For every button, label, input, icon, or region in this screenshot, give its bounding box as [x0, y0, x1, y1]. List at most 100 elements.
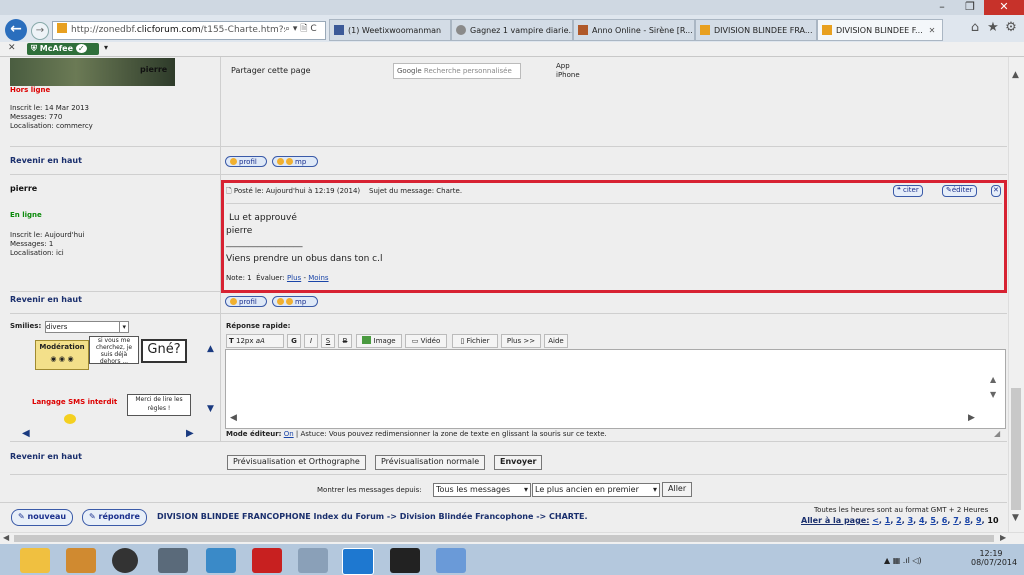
insert-image-button[interactable]: Image: [356, 334, 402, 348]
monitor-app-icon[interactable]: [298, 548, 328, 573]
mcafee-dropdown-icon[interactable]: ▾: [104, 43, 108, 52]
tab-division-active[interactable]: DIVISION BLINDEE F... ✕: [817, 19, 943, 41]
smiley-face-icon[interactable]: [64, 414, 76, 424]
breadcrumb[interactable]: DIVISION BLINDEE FRANCOPHONE Index du Fo…: [157, 512, 588, 521]
page-link-4[interactable]: 4: [919, 516, 925, 525]
post-body-line1: Lu et approuvé: [229, 213, 297, 223]
tab-facebook[interactable]: (1) Weetixwoomanman: [329, 19, 451, 41]
insert-file-button[interactable]: ▯ Fichier: [452, 334, 498, 348]
restore-button[interactable]: ❐: [956, 0, 984, 15]
back-button[interactable]: ←: [5, 19, 27, 41]
forward-button[interactable]: →: [31, 22, 49, 40]
underline-button[interactable]: S: [321, 334, 335, 348]
smilies-scroll-right-icon[interactable]: ▶: [186, 428, 194, 439]
address-bar-controls[interactable]: ⌕ ▾ 🗎 C: [285, 22, 325, 37]
more-tools-button[interactable]: Plus >>: [501, 334, 541, 348]
quote-button[interactable]: ❝ citer: [893, 185, 923, 197]
reply-button[interactable]: ✎ répondre: [82, 509, 147, 526]
prev-username[interactable]: pierre: [140, 65, 167, 74]
back-to-top-link-3[interactable]: Revenir en haut: [10, 452, 82, 461]
toolbar-close-icon[interactable]: ✕: [8, 43, 16, 53]
textarea-scroll-down-icon[interactable]: ▼: [990, 390, 996, 399]
bold-button[interactable]: G: [287, 334, 301, 348]
preview-normal-button[interactable]: Prévisualisation normale: [375, 455, 486, 470]
favorites-star-icon[interactable]: ★: [986, 19, 1000, 37]
smiley-merci-regles[interactable]: Merci de lire les règles !: [127, 394, 191, 416]
textarea-scroll-left-icon[interactable]: ◀: [230, 413, 237, 423]
horizontal-scroll-thumb[interactable]: [14, 535, 994, 542]
help-button[interactable]: Aide: [544, 334, 568, 348]
show-since-select[interactable]: Tous les messages ▾: [433, 483, 531, 497]
store-app-icon[interactable]: [206, 548, 236, 573]
tab-close-icon[interactable]: ✕: [929, 26, 936, 35]
page-link-8[interactable]: 8: [965, 516, 971, 525]
scroll-down-icon[interactable]: ▼: [1012, 513, 1019, 523]
app-iphone-link[interactable]: App iPhone: [556, 62, 580, 80]
smilies-scroll-left-icon[interactable]: ◀: [22, 428, 30, 439]
smilies-select[interactable]: divers ▾: [45, 321, 129, 333]
rate-minus-link[interactable]: Moins: [308, 274, 328, 282]
back-to-top-link[interactable]: Revenir en haut: [10, 156, 82, 165]
page-link-2[interactable]: 2: [896, 516, 902, 525]
page-link-3[interactable]: 3: [908, 516, 914, 525]
file-explorer-icon[interactable]: [20, 548, 50, 573]
profile-button-2[interactable]: profil: [225, 296, 267, 307]
google-search-input[interactable]: Google Recherche personnalisée: [393, 63, 521, 79]
tab-anno[interactable]: Anno Online - Sirène [R...: [573, 19, 695, 41]
page-link-5[interactable]: 5: [930, 516, 936, 525]
send-button[interactable]: Envoyer: [494, 455, 543, 470]
post-username[interactable]: pierre: [10, 184, 37, 193]
order-select[interactable]: Le plus ancien en premier ▾: [532, 483, 660, 497]
smiley-moderation[interactable]: Modération ◉ ◉ ◉: [35, 340, 89, 370]
power-app-icon[interactable]: [252, 548, 282, 573]
mcafee-button[interactable]: ⛨ McAfee ✓: [27, 43, 99, 55]
go-button[interactable]: Aller: [662, 482, 693, 497]
media-app-icon[interactable]: [66, 548, 96, 573]
page-prev-link[interactable]: <: [872, 516, 879, 525]
profile-button[interactable]: profil: [225, 156, 267, 167]
paint-app-icon[interactable]: [436, 548, 466, 573]
headphone-app-icon[interactable]: [390, 548, 420, 573]
font-size-select[interactable]: T 12px aA: [226, 334, 284, 348]
scroll-right-icon[interactable]: ▶: [1000, 533, 1006, 542]
smilies-scroll-up-icon[interactable]: ▲: [207, 344, 214, 354]
smiley-sign-dehors[interactable]: si vous me cherchez, je suis déjà dehors…: [89, 336, 139, 365]
music-player-icon[interactable]: [112, 548, 138, 573]
editor-mode-toggle[interactable]: On: [284, 430, 294, 438]
home-icon[interactable]: ⌂: [968, 19, 982, 37]
settings-gear-icon[interactable]: ⚙: [1004, 19, 1018, 37]
edit-button[interactable]: ✎éditer: [942, 185, 977, 197]
minimize-button[interactable]: –: [928, 0, 956, 15]
textarea-scroll-right-icon[interactable]: ▶: [968, 413, 975, 423]
insert-video-button[interactable]: ▭ Vidéo: [405, 334, 447, 348]
new-topic-button[interactable]: ✎ nouveau: [11, 509, 74, 526]
page-link-1[interactable]: 1: [885, 516, 891, 525]
back-to-top-link-2[interactable]: Revenir en haut: [10, 295, 82, 304]
tab-vampire[interactable]: Gagnez 1 vampire diarie...: [451, 19, 573, 41]
italic-button[interactable]: I: [304, 334, 318, 348]
scroll-left-icon[interactable]: ◀: [3, 533, 9, 542]
resize-handle-icon[interactable]: ◢: [994, 429, 1000, 438]
internet-explorer-icon[interactable]: [342, 548, 374, 575]
system-tray-icons[interactable]: ▲ ▦ .ıl ◁): [884, 556, 922, 565]
smiley-sms-interdit[interactable]: Langage SMS interdit: [32, 398, 117, 406]
game-app-icon[interactable]: [158, 548, 188, 573]
preview-spellcheck-button[interactable]: Prévisualisation et Orthographe: [227, 455, 366, 470]
smiley-gne[interactable]: Gné?: [141, 339, 187, 363]
page-link-6[interactable]: 6: [942, 516, 948, 525]
scroll-up-icon[interactable]: ▲: [1012, 70, 1019, 80]
strike-button[interactable]: B: [338, 334, 352, 348]
pm-button[interactable]: mp: [272, 156, 318, 167]
pm-button-2[interactable]: mp: [272, 296, 318, 307]
rate-plus-link[interactable]: Plus: [287, 274, 301, 282]
close-window-button[interactable]: ✕: [984, 0, 1024, 15]
clock[interactable]: 12:19 08/07/2014: [971, 549, 1017, 567]
smilies-scroll-down-icon[interactable]: ▼: [207, 404, 214, 414]
delete-post-button[interactable]: ✕: [991, 185, 1001, 197]
textarea-scroll-up-icon[interactable]: ▲: [990, 375, 996, 384]
page-link-9[interactable]: 9: [976, 516, 982, 525]
vertical-scroll-thumb[interactable]: [1011, 388, 1021, 510]
page-link-7[interactable]: 7: [953, 516, 959, 525]
reply-textarea[interactable]: [225, 349, 1006, 429]
tab-division-1[interactable]: DIVISION BLINDEE FRA...: [695, 19, 817, 41]
